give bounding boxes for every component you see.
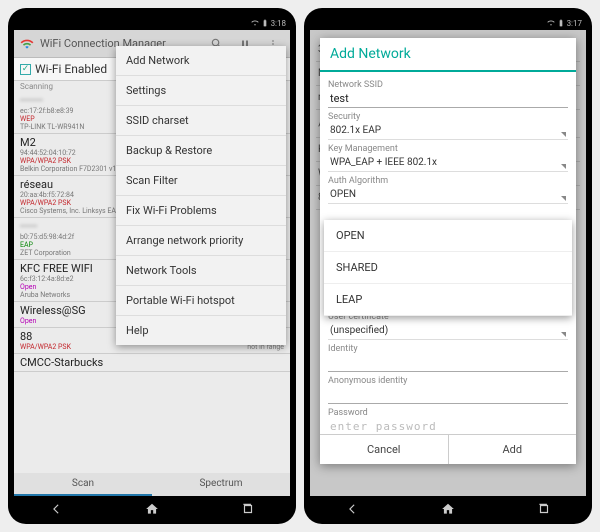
menu-item[interactable]: Fix Wi-Fi Problems [116,196,286,226]
phone-left: 3:18 WiFi Connection Manager Wi-Fi Enabl… [8,8,296,524]
anon-identity-input[interactable] [328,386,568,404]
ssid-label: Network SSID [328,80,568,90]
password-input[interactable]: enter password [328,418,568,434]
menu-item[interactable]: Arrange network priority [116,226,286,256]
add-network-dialog: Add Network Network SSID test Security 8… [320,38,576,464]
back-icon[interactable] [345,502,359,516]
nav-bar [8,500,296,518]
usercert-spinner[interactable]: (unspecified) [328,322,568,340]
wifi-status-icon [547,19,555,27]
cancel-button[interactable]: Cancel [320,435,449,464]
status-time: 3:18 [271,19,286,28]
tab-bar: Scan Spectrum [14,473,290,496]
app-wifi-icon [20,37,34,51]
auth-dropdown: OPENSHAREDLEAP [324,220,572,316]
nav-bar [304,500,592,518]
menu-item[interactable]: Add Network [116,46,286,76]
dialog-body: Network SSID test Security 802.1x EAP Ke… [320,72,576,434]
battery-icon [261,19,269,27]
dropdown-option[interactable]: OPEN [324,220,572,252]
back-icon[interactable] [49,502,63,516]
menu-item[interactable]: Portable Wi-Fi hotspot [116,286,286,316]
auth-label: Auth Algorithm [328,176,568,186]
network-item[interactable]: CMCC-Starbucks [14,354,290,372]
dropdown-option[interactable]: SHARED [324,252,572,284]
menu-item[interactable]: Backup & Restore [116,136,286,166]
add-button[interactable]: Add [449,435,577,464]
status-bar: 3:17 [310,16,586,30]
menu-item[interactable]: Settings [116,76,286,106]
home-icon[interactable] [441,502,455,516]
auth-spinner[interactable]: OPEN [328,186,568,204]
status-time: 3:17 [567,19,582,28]
status-bar: 3:18 [14,16,290,30]
anon-identity-label: Anonymous identity [328,376,568,386]
dialog-title: Add Network [320,38,576,72]
wifi-enabled-label: Wi-Fi Enabled [35,62,107,76]
home-icon[interactable] [145,502,159,516]
ssid-input[interactable]: test [328,90,568,108]
identity-label: Identity [328,344,568,354]
security-label: Security [328,112,568,122]
overflow-menu: Add NetworkSettingsSSID charsetBackup & … [116,46,286,345]
recent-icon[interactable] [241,502,255,516]
dialog-buttons: Cancel Add [320,434,576,464]
security-spinner[interactable]: 802.1x EAP [328,122,568,140]
phone-right: 3:17 3楼M2réseau小明KFCWire88 Add Network N… [304,8,592,524]
screen-left: 3:18 WiFi Connection Manager Wi-Fi Enabl… [14,16,290,496]
menu-item[interactable]: Scan Filter [116,166,286,196]
identity-input[interactable] [328,354,568,372]
wifi-status-icon [251,19,259,27]
menu-item[interactable]: Network Tools [116,256,286,286]
tab-spectrum[interactable]: Spectrum [152,473,290,496]
recent-icon[interactable] [537,502,551,516]
battery-icon [557,19,565,27]
keymgmt-label: Key Management [328,144,568,154]
menu-item[interactable]: SSID charset [116,106,286,136]
tab-scan[interactable]: Scan [14,473,152,496]
menu-item[interactable]: Help [116,316,286,345]
wifi-enabled-checkbox[interactable] [20,64,31,75]
dropdown-option[interactable]: LEAP [324,284,572,316]
keymgmt-spinner[interactable]: WPA_EAP + IEEE 802.1x [328,154,568,172]
screen-right: 3:17 3楼M2réseau小明KFCWire88 Add Network N… [310,16,586,496]
password-label: Password [328,408,568,418]
network-ssid: CMCC-Starbucks [20,356,284,369]
